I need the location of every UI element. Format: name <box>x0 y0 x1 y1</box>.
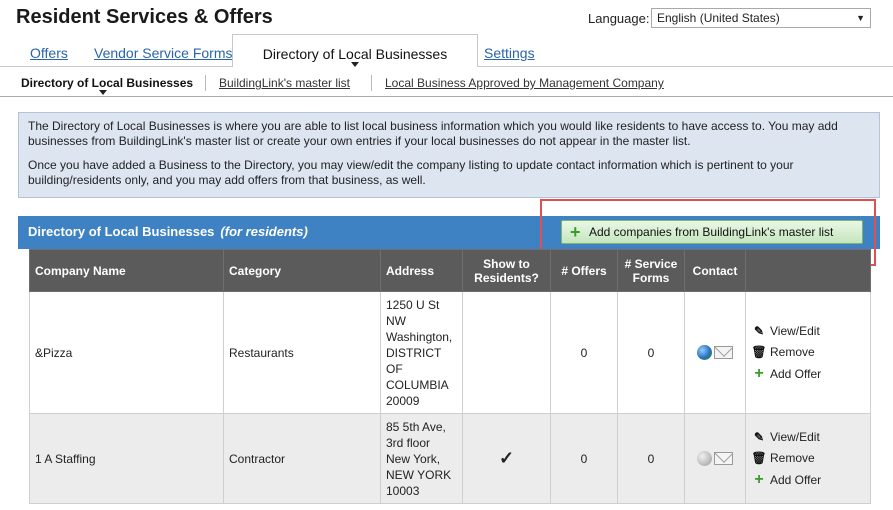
column-header-company[interactable]: Company Name <box>29 249 224 292</box>
cell-address: 85 5th Ave, 3rd floor New York, NEW YORK… <box>380 413 463 504</box>
envelope-icon[interactable] <box>714 452 733 466</box>
chevron-down-icon: ▼ <box>856 13 865 23</box>
column-header-forms[interactable]: # Service Forms <box>617 249 685 292</box>
view-edit-label: View/Edit <box>770 429 820 444</box>
subtab-divider <box>205 75 206 91</box>
table-row: &Pizza Restaurants 1250 U St NW Washingt… <box>29 291 871 414</box>
add-offer-action[interactable]: + Add Offer <box>751 363 865 385</box>
directory-table: Company Name Category Address Show to Re… <box>29 249 871 504</box>
plus-icon: + <box>754 470 764 488</box>
remove-action[interactable]: 🗑 Remove <box>751 342 865 363</box>
main-tabs: Offers Vendor Service Forms Directory of… <box>0 34 893 67</box>
remove-label: Remove <box>770 450 815 465</box>
subtab-directory[interactable]: Directory of Local Businesses <box>21 76 194 95</box>
plus-icon: + <box>754 364 764 382</box>
sub-tabs: Directory of Local Businesses BuildingLi… <box>0 72 893 95</box>
add-offer-action[interactable]: + Add Offer <box>751 469 865 491</box>
trash-icon: 🗑 <box>751 344 767 359</box>
cell-forms: 0 <box>617 291 685 414</box>
tab-vendor-service-forms[interactable]: Vendor Service Forms <box>94 45 233 61</box>
cell-offers: 0 <box>550 291 618 414</box>
cell-contact <box>684 413 746 504</box>
column-header-address[interactable]: Address <box>380 249 463 292</box>
add-offer-label: Add Offer <box>770 472 822 487</box>
cell-category: Restaurants <box>223 291 381 414</box>
envelope-icon[interactable] <box>714 346 733 360</box>
column-header-category[interactable]: Category <box>223 249 381 292</box>
column-header-offers[interactable]: # Offers <box>550 249 618 292</box>
pencil-icon: ✎ <box>753 323 765 338</box>
cell-address: 1250 U St NW Washington, DISTRICT OF COL… <box>380 291 463 414</box>
column-header-contact: Contact <box>684 249 746 292</box>
page-title: Resident Services & Offers <box>16 6 273 28</box>
cell-company: 1 A Staffing <box>29 413 224 504</box>
info-paragraph-2: Once you have added a Business to the Di… <box>28 158 794 187</box>
language-select[interactable]: English (United States) ▼ <box>651 8 871 28</box>
directory-subtitle: (for residents) <box>220 224 308 239</box>
globe-icon[interactable] <box>697 451 712 467</box>
remove-label: Remove <box>770 344 815 359</box>
column-header-show[interactable]: Show to Residents? <box>462 249 551 292</box>
subtab-master-list[interactable]: BuildingLink's master list <box>219 76 350 90</box>
tab-directory-of-local-businesses[interactable]: Directory of Local Businesses <box>232 34 478 67</box>
cell-offers: 0 <box>550 413 618 504</box>
checkmark-icon: ✓ <box>462 413 551 504</box>
subtab-divider <box>371 75 372 91</box>
add-offer-label: Add Offer <box>770 366 822 381</box>
directory-title: Directory of Local Businesses (for reside… <box>28 224 308 239</box>
language-label: Language: <box>588 11 650 26</box>
cell-actions: ✎ View/Edit 🗑 Remove + Add Offer <box>745 413 871 504</box>
cell-company: &Pizza <box>29 291 224 414</box>
cell-actions: ✎ View/Edit 🗑 Remove + Add Offer <box>745 291 871 414</box>
trash-icon: 🗑 <box>751 450 767 465</box>
directory-title-text: Directory of Local Businesses <box>28 224 215 239</box>
subtabs-divider-line <box>0 96 893 97</box>
info-box: The Directory of Local Businesses is whe… <box>18 112 880 198</box>
info-paragraph-1: The Directory of Local Businesses is whe… <box>28 119 838 148</box>
subtab-approved-by-management[interactable]: Local Business Approved by Management Co… <box>385 76 664 90</box>
tab-offers[interactable]: Offers <box>30 45 68 61</box>
view-edit-label: View/Edit <box>770 323 820 338</box>
cell-contact <box>684 291 746 414</box>
active-tab-indicator <box>351 62 359 67</box>
table-header-row: Company Name Category Address Show to Re… <box>29 249 871 292</box>
cell-forms: 0 <box>617 413 685 504</box>
view-edit-action[interactable]: ✎ View/Edit <box>751 427 865 448</box>
cell-category: Contractor <box>223 413 381 504</box>
globe-icon[interactable] <box>697 345 712 361</box>
column-header-actions <box>745 249 871 292</box>
view-edit-action[interactable]: ✎ View/Edit <box>751 321 865 342</box>
tab-settings[interactable]: Settings <box>484 45 535 61</box>
active-subtab-indicator <box>99 90 107 95</box>
pencil-icon: ✎ <box>753 429 765 444</box>
remove-action[interactable]: 🗑 Remove <box>751 448 865 469</box>
subtab-directory-label: Directory of Local Businesses <box>21 76 194 90</box>
language-value: English (United States) <box>657 11 780 25</box>
tab-directory-label: Directory of Local Businesses <box>262 46 448 62</box>
cell-show <box>462 291 551 414</box>
table-row: 1 A Staffing Contractor 85 5th Ave, 3rd … <box>29 413 871 504</box>
